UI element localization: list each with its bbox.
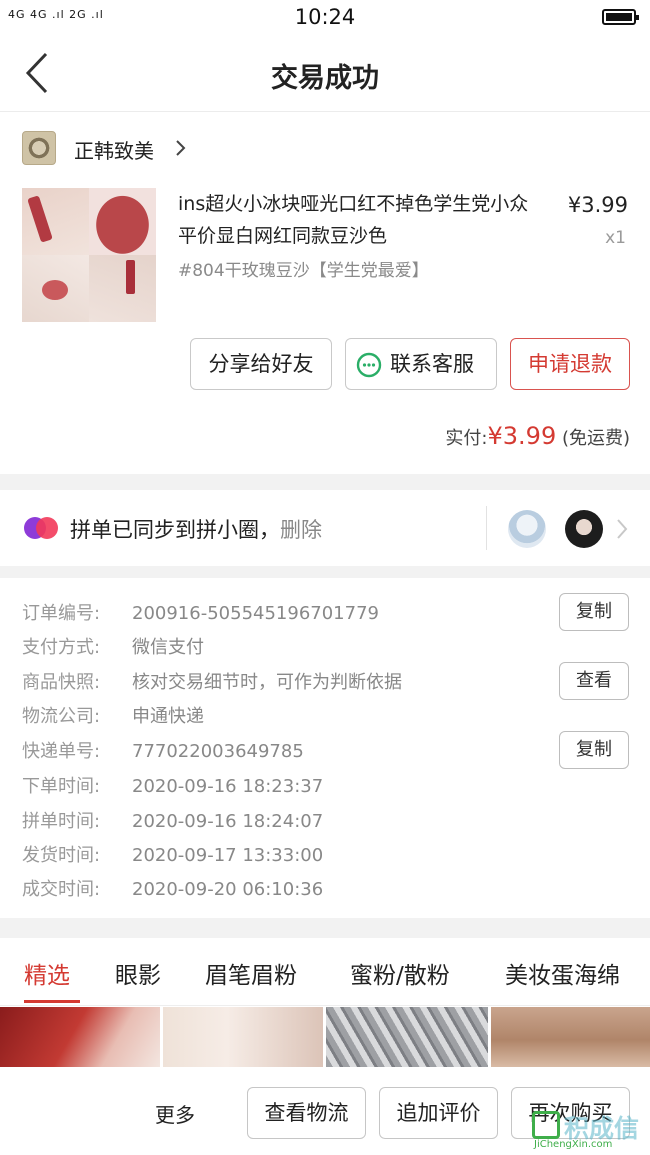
watermark-icon — [532, 1111, 560, 1139]
tab-featured[interactable]: 精选 — [24, 956, 70, 990]
detail-key: 下单时间: — [22, 776, 101, 797]
status-time: 10:24 — [294, 5, 356, 29]
detail-key: 支付方式: — [22, 637, 101, 658]
detail-logistics-company: 物流公司: 申通快递 — [22, 702, 204, 728]
store-link[interactable]: 正韩致美 — [20, 126, 620, 170]
product-sku: #804干玫瑰豆沙【学生党最爱】 — [178, 261, 429, 281]
page-title: 交易成功 — [271, 63, 379, 94]
detail-value: 微信支付 — [132, 637, 204, 658]
refund-button[interactable]: 申请退款 — [510, 338, 630, 390]
section-divider — [0, 918, 650, 938]
detail-group-time: 拼单时间: 2020-09-16 18:24:07 — [22, 807, 323, 833]
product-price: ¥3.99 — [567, 193, 628, 217]
product-image[interactable] — [22, 188, 156, 322]
pindan-message: 拼单已同步到拼小圈， — [70, 518, 280, 542]
add-review-button[interactable]: 追加评价 — [379, 1087, 498, 1139]
recommendation-image[interactable] — [163, 1007, 323, 1067]
status-bar: 4G 4G .ıl 2G .ıl 10:24 — [0, 0, 650, 34]
detail-key: 发货时间: — [22, 845, 101, 866]
detail-value: 200916-505545196701779 — [132, 603, 379, 624]
paid-label: 实付: — [445, 428, 488, 449]
detail-value: 2020-09-20 06:10:36 — [132, 879, 324, 900]
detail-value: 777022003649785 — [132, 741, 304, 762]
chevron-right-icon — [176, 140, 186, 156]
detail-value: 2020-09-17 13:33:00 — [132, 845, 324, 866]
tab-eyebrow[interactable]: 眉笔眉粉 — [205, 956, 297, 990]
tab-eyeshadow[interactable]: 眼影 — [115, 956, 161, 990]
pinxiaoquan-icon — [24, 517, 58, 539]
product-quantity: x1 — [605, 228, 626, 248]
detail-key: 订单编号: — [22, 603, 101, 624]
section-divider — [0, 566, 650, 578]
recommendation-image[interactable] — [0, 1007, 160, 1067]
detail-key: 快递单号: — [22, 741, 101, 762]
recommendation-image[interactable] — [491, 1007, 650, 1067]
chevron-right-icon — [617, 519, 628, 539]
store-name: 正韩致美 — [74, 139, 154, 163]
detail-value: 核对交易细节时，可作为判断依据 — [132, 672, 402, 693]
detail-order-time: 下单时间: 2020-09-16 18:23:37 — [22, 772, 323, 798]
detail-key: 拼单时间: — [22, 811, 101, 832]
detail-tracking-number: 快递单号: 777022003649785 — [22, 737, 304, 763]
contact-service-label: 联系客服 — [390, 352, 474, 376]
product-title[interactable]: ins超火小冰块哑光口红不掉色学生党小众平价显白网红同款豆沙色 — [178, 188, 538, 252]
track-logistics-button[interactable]: 查看物流 — [247, 1087, 366, 1139]
detail-value: 2020-09-16 18:23:37 — [132, 776, 324, 797]
recommendation-image[interactable] — [326, 1007, 488, 1067]
pindan-sync-text: 拼单已同步到拼小圈，删除 — [70, 514, 322, 544]
detail-snapshot: 商品快照: 核对交易细节时，可作为判断依据 — [22, 668, 402, 694]
nav-header: 交易成功 — [0, 34, 650, 112]
paid-amount-row: 实付:¥3.99 (免运费) — [445, 422, 630, 450]
section-divider — [0, 474, 650, 490]
battery-icon — [602, 9, 639, 25]
detail-value: 2020-09-16 18:24:07 — [132, 811, 324, 832]
copy-tracking-number-button[interactable]: 复制 — [559, 731, 629, 769]
tab-powder[interactable]: 蜜粉/散粉 — [350, 956, 450, 990]
more-button[interactable]: 更多 — [155, 1099, 195, 1128]
paid-amount: 3.99 — [502, 422, 557, 450]
copy-order-number-button[interactable]: 复制 — [559, 593, 629, 631]
detail-ship-time: 发货时间: 2020-09-17 13:33:00 — [22, 841, 323, 867]
contact-service-button[interactable]: 联系客服 — [345, 338, 497, 390]
detail-key: 物流公司: — [22, 706, 101, 727]
active-tab-indicator — [24, 1000, 80, 1003]
detail-complete-time: 成交时间: 2020-09-20 06:10:36 — [22, 875, 323, 901]
view-snapshot-button[interactable]: 查看 — [559, 662, 629, 700]
category-tabs: 精选 眼影 眉笔眉粉 蜜粉/散粉 美妆蛋海绵 — [0, 938, 650, 1006]
pindan-sync-bar[interactable]: 拼单已同步到拼小圈，删除 — [0, 490, 650, 566]
store-logo — [22, 131, 56, 165]
detail-key: 成交时间: — [22, 879, 101, 900]
recommendation-strip — [0, 1007, 650, 1067]
pindan-delete-link[interactable]: 删除 — [280, 518, 322, 542]
tab-sponge[interactable]: 美妆蛋海绵 — [505, 956, 620, 990]
detail-order-number: 订单编号: 200916-505545196701779 — [22, 599, 379, 625]
chat-icon — [356, 352, 382, 378]
share-button[interactable]: 分享给好友 — [190, 338, 332, 390]
paid-currency: ¥ — [487, 422, 503, 450]
detail-key: 商品快照: — [22, 672, 101, 693]
detail-value: 申通快递 — [132, 706, 204, 727]
shipping-note: (免运费) — [561, 428, 630, 449]
avatar[interactable] — [508, 510, 546, 548]
avatar[interactable] — [565, 510, 603, 548]
divider — [486, 506, 487, 550]
watermark-url: JiChengXin.com — [534, 1139, 613, 1150]
watermark-logo: 积成信 JiChengXin.com — [530, 1107, 648, 1153]
detail-payment-method: 支付方式: 微信支付 — [22, 633, 204, 659]
